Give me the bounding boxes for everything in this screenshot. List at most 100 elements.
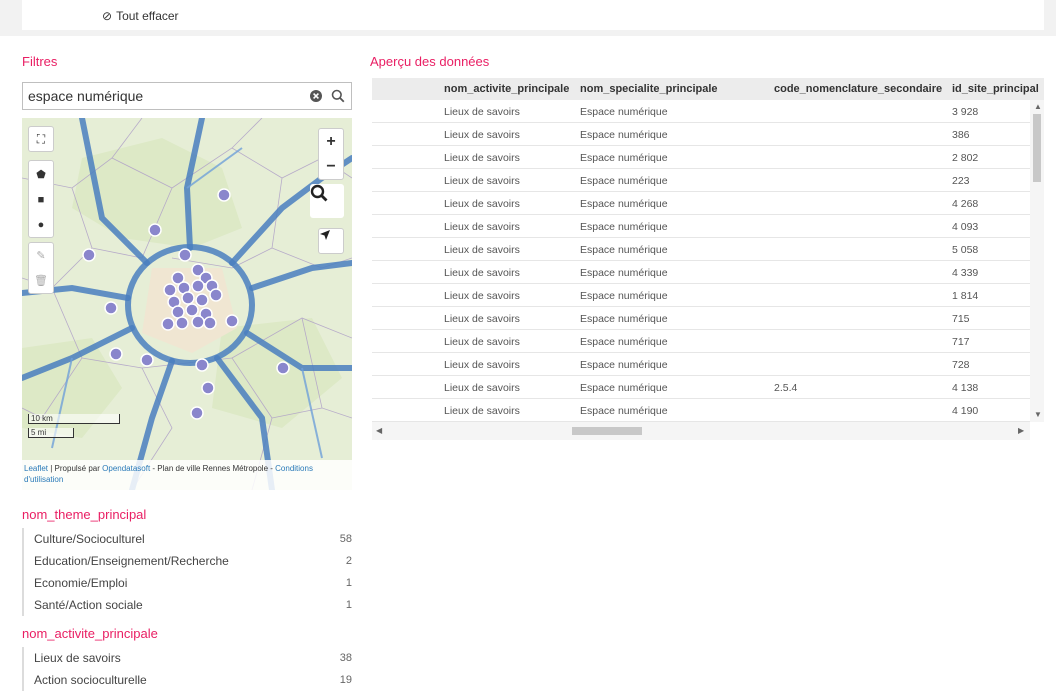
table-row[interactable]: Lieux de savoirs Espace numérique 2.5.4 4 1…: [372, 376, 1044, 399]
table-cell: 715: [952, 313, 970, 325]
table-cell: 5 058: [952, 244, 979, 256]
attribution-propulse: | Propulsé par: [48, 464, 103, 473]
search-icon[interactable]: [331, 89, 345, 103]
draw-rectangle-icon[interactable]: ■: [38, 194, 45, 206]
facet-item[interactable]: Lieux de savoirs 38: [34, 647, 352, 669]
opendatasoft-link[interactable]: Opendatasoft: [102, 464, 150, 473]
zoom-control: + −: [318, 128, 344, 180]
table-cell: 2 802: [952, 152, 979, 164]
table-row[interactable]: Lieux de savoirs Espace numérique 223: [372, 169, 1044, 192]
table-row[interactable]: Lieux de savoirs Espace numérique 386: [372, 123, 1044, 146]
table-cell: 3 928: [952, 106, 979, 118]
table-cell: Lieux de savoirs: [444, 106, 520, 118]
table-row[interactable]: Lieux de savoirs Espace numérique 715: [372, 307, 1044, 330]
facet-item[interactable]: Culture/Socioculturel 58: [34, 528, 352, 550]
column-header[interactable]: id_site_principal: [952, 83, 1039, 95]
table-cell: Lieux de savoirs: [444, 336, 520, 348]
clear-all-button[interactable]: ⊘ Tout effacer: [102, 9, 179, 23]
facet-item[interactable]: Action socioculturelle 19: [34, 669, 352, 691]
table-cell: 1 814: [952, 290, 979, 302]
table-row[interactable]: Lieux de savoirs Espace numérique 4 339: [372, 261, 1044, 284]
column-header[interactable]: nom_specialite_principale: [580, 83, 718, 95]
table-cell: Espace numérique: [580, 336, 668, 348]
delete-layer-icon[interactable]: 🗑: [34, 274, 48, 287]
draw-circle-icon[interactable]: ●: [38, 219, 45, 231]
table-cell: 2.5.4: [774, 382, 798, 394]
column-header[interactable]: code_nomenclature_secondaire: [774, 83, 942, 95]
facet-title: nom_theme_principal: [22, 507, 147, 522]
draw-polygon-icon[interactable]: ⬟: [36, 168, 46, 181]
facet-item[interactable]: Education/Enseignement/Recherche 2: [34, 550, 352, 572]
facet-label: Lieux de savoirs: [34, 651, 121, 665]
locate-button[interactable]: [318, 228, 344, 254]
edit-toolbar: ✎ 🗑: [28, 242, 54, 294]
fullscreen-icon: ⛶: [36, 131, 46, 146]
table-cell: Espace numérique: [580, 267, 668, 279]
table-row[interactable]: Lieux de savoirs Espace numérique 1 814: [372, 284, 1044, 307]
leaflet-link[interactable]: Leaflet: [24, 464, 48, 473]
table-cell: Lieux de savoirs: [444, 244, 520, 256]
scroll-left-arrow-icon[interactable]: ◀: [376, 426, 382, 435]
preview-title: Aperçu des données: [370, 54, 490, 69]
table-cell: Lieux de savoirs: [444, 267, 520, 279]
facet-theme: nom_theme_principal Culture/Socioculture…: [22, 507, 352, 616]
facet-count: 1: [345, 577, 352, 589]
map-search-button[interactable]: [310, 184, 344, 218]
facet-item[interactable]: Santé/Action sociale 1: [34, 594, 352, 616]
draw-toolbar: ⬟ ■ ●: [28, 160, 54, 238]
horizontal-scroll-thumb[interactable]: [572, 427, 642, 435]
clear-all-label: Tout effacer: [116, 9, 179, 23]
top-bar: ⊘ Tout effacer: [0, 0, 1056, 36]
table-cell: Lieux de savoirs: [444, 313, 520, 325]
clear-search-icon[interactable]: [309, 89, 323, 103]
table-row[interactable]: Lieux de savoirs Espace numérique 4 093: [372, 215, 1044, 238]
table-cell: Espace numérique: [580, 221, 668, 233]
table-cell: Espace numérique: [580, 152, 668, 164]
table-row[interactable]: Lieux de savoirs Espace numérique 728: [372, 353, 1044, 376]
table-cell: Espace numérique: [580, 382, 668, 394]
table-cell: Lieux de savoirs: [444, 382, 520, 394]
table-cell: Espace numérique: [580, 175, 668, 187]
table-cell: 4 268: [952, 198, 979, 210]
filters-title: Filtres: [22, 54, 58, 69]
table-cell: Lieux de savoirs: [444, 221, 520, 233]
search-input[interactable]: [23, 83, 298, 109]
table-row[interactable]: Lieux de savoirs Espace numérique 4 190: [372, 399, 1044, 422]
table-cell: Espace numérique: [580, 198, 668, 210]
table-cell: 4 093: [952, 221, 979, 233]
table-cell: Espace numérique: [580, 129, 668, 141]
table-row[interactable]: Lieux de savoirs Espace numérique 4 268: [372, 192, 1044, 215]
table-cell: Espace numérique: [580, 106, 668, 118]
attribution-plan: - Plan de ville Rennes Métropole -: [150, 464, 276, 473]
table-cell: Espace numérique: [580, 313, 668, 325]
vertical-scrollbar[interactable]: ▲ ▼: [1030, 100, 1044, 422]
zoom-in-button[interactable]: +: [326, 133, 335, 151]
facet-label: Santé/Action sociale: [34, 598, 143, 612]
data-table: nom_activite_principale nom_specialite_p…: [372, 78, 1044, 440]
zoom-out-button[interactable]: −: [326, 158, 335, 176]
scroll-right-arrow-icon[interactable]: ▶: [1018, 426, 1024, 435]
scale-mi: 5 mi: [28, 428, 74, 438]
facet-item[interactable]: Economie/Emploi 1: [34, 572, 352, 594]
table-row[interactable]: Lieux de savoirs Espace numérique 5 058: [372, 238, 1044, 261]
map-search-icon: [310, 184, 328, 202]
table-row[interactable]: Lieux de savoirs Espace numérique 3 928: [372, 100, 1044, 123]
table-cell: Espace numérique: [580, 405, 668, 417]
vertical-scroll-thumb[interactable]: [1033, 114, 1041, 182]
horizontal-scrollbar[interactable]: ◀ ▶: [372, 422, 1030, 440]
facet-label: Action socioculturelle: [34, 673, 147, 687]
scroll-up-arrow-icon[interactable]: ▲: [1034, 102, 1042, 111]
table-cell: Lieux de savoirs: [444, 359, 520, 371]
table-header: nom_activite_principale nom_specialite_p…: [372, 78, 1044, 100]
facet-label: Culture/Socioculturel: [34, 532, 145, 546]
edit-layer-icon[interactable]: ✎: [36, 249, 45, 262]
scroll-down-arrow-icon[interactable]: ▼: [1034, 410, 1042, 419]
table-row[interactable]: Lieux de savoirs Espace numérique 2 802: [372, 146, 1044, 169]
facet-count: 38: [339, 652, 352, 664]
facet-count: 58: [339, 533, 352, 545]
column-header[interactable]: nom_activite_principale: [444, 83, 569, 95]
map-attribution: Leaflet | Propulsé par Opendatasoft - Pl…: [22, 460, 352, 490]
fullscreen-button[interactable]: ⛶: [28, 126, 54, 152]
table-row[interactable]: Lieux de savoirs Espace numérique 717: [372, 330, 1044, 353]
map[interactable]: ⛶ ⬟ ■ ● ✎ 🗑 + − 10 km 5 mi Leaflet | Pro…: [22, 118, 352, 490]
